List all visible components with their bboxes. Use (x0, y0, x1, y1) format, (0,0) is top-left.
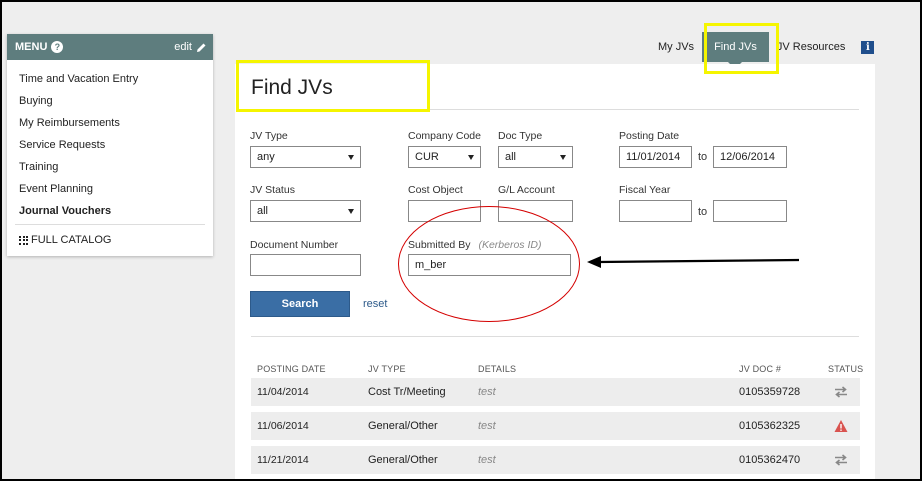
document-number-input[interactable] (250, 254, 361, 276)
fiscal-year-to-input[interactable] (713, 200, 787, 222)
transfer-icon (835, 386, 847, 398)
company-code-label: Company Code (408, 130, 481, 142)
fiscal-year-to-label: to (698, 206, 708, 218)
sidebar-item-training[interactable]: Training (7, 156, 213, 178)
search-button[interactable]: Search (250, 291, 350, 317)
full-catalog-label: FULL CATALOG (31, 234, 112, 246)
company-code-select[interactable]: CUR (408, 146, 481, 168)
grid-icon (19, 235, 28, 245)
info-icon[interactable]: i (861, 40, 875, 54)
posting-date-to-input[interactable]: 12/06/2014 (713, 146, 787, 168)
cell-jv-doc[interactable]: 0105359728 (739, 386, 800, 398)
menu-divider (15, 224, 205, 225)
fiscal-year-from-input[interactable] (619, 200, 692, 222)
chevron-down-icon (348, 208, 354, 214)
help-icon[interactable]: ? (51, 41, 64, 53)
posting-date-label: Posting Date (619, 130, 680, 142)
cell-details: test (478, 420, 496, 432)
sidebar-item-service-requests[interactable]: Service Requests (7, 134, 213, 156)
sidebar-item-reimbursements[interactable]: My Reimbursements (7, 112, 213, 134)
edit-label: edit (174, 41, 192, 53)
find-jvs-highlight-box (704, 23, 779, 74)
th-posting-date: POSTING DATE (257, 364, 326, 374)
doc-type-value: all (505, 151, 517, 163)
cell-posting-date: 11/06/2014 (257, 420, 309, 432)
chevron-down-icon (560, 154, 566, 160)
reset-link[interactable]: reset (363, 298, 387, 310)
th-jv-type: JV TYPE (368, 364, 406, 374)
form-divider (251, 336, 859, 337)
cell-jv-type: Cost Tr/Meeting (368, 386, 446, 398)
transfer-icon (835, 454, 847, 466)
table-row[interactable]: 11/21/2014 General/Other test 0105362470 (251, 446, 860, 474)
doc-type-select[interactable]: all (498, 146, 573, 168)
sidebar-item-time-vacation[interactable]: Time and Vacation Entry (7, 68, 213, 90)
gl-account-label: G/L Account (498, 184, 555, 196)
jv-type-select[interactable]: any (250, 146, 361, 168)
posting-date-from-value: 11/01/2014 (626, 151, 681, 163)
company-code-value: CUR (415, 151, 439, 163)
document-number-label: Document Number (250, 239, 339, 251)
cell-details: test (478, 386, 496, 398)
sidebar-item-journal-vouchers[interactable]: Journal Vouchers (7, 200, 213, 222)
menu-title: MENU (15, 41, 48, 53)
title-highlight-box (236, 60, 430, 112)
doc-type-label: Doc Type (498, 130, 543, 142)
sidebar-header: MENU ? edit (7, 34, 213, 60)
cell-posting-date: 11/21/2014 (257, 454, 309, 466)
pencil-icon (197, 43, 206, 52)
cell-details: test (478, 454, 496, 466)
sidebar-item-event-planning[interactable]: Event Planning (7, 178, 213, 200)
jv-status-label: JV Status (250, 184, 295, 196)
posting-date-to-label: to (698, 151, 708, 163)
th-details: DETAILS (478, 364, 517, 374)
chevron-down-icon (468, 154, 474, 160)
sidebar-item-buying[interactable]: Buying (7, 90, 213, 112)
th-jv-doc: JV DOC # (739, 364, 782, 374)
tab-jv-resources[interactable]: JV Resources (769, 30, 853, 64)
annotation-arrow (587, 256, 800, 268)
edit-menu-link[interactable]: edit (174, 41, 207, 53)
cost-object-label: Cost Object (408, 184, 463, 196)
cell-jv-doc[interactable]: 0105362470 (739, 454, 800, 466)
jv-status-value: all (257, 205, 269, 217)
cell-posting-date: 11/04/2014 (257, 386, 309, 398)
annotation-circle (398, 206, 580, 322)
tab-my-jvs[interactable]: My JVs (650, 30, 702, 64)
cell-jv-type: General/Other (368, 420, 438, 432)
posting-date-from-input[interactable]: 11/01/2014 (619, 146, 692, 168)
jv-type-label: JV Type (250, 130, 288, 142)
chevron-down-icon (348, 154, 354, 160)
table-row[interactable]: 11/06/2014 General/Other test 0105362325 (251, 412, 860, 440)
cell-jv-doc[interactable]: 0105362325 (739, 420, 800, 432)
warning-icon (834, 420, 848, 432)
table-row[interactable]: 11/04/2014 Cost Tr/Meeting test 01053597… (251, 378, 860, 406)
posting-date-to-value: 12/06/2014 (720, 151, 776, 163)
sidebar-menu: MENU ? edit Time and Vacation Entry Buyi… (7, 34, 213, 256)
jv-type-value: any (257, 151, 275, 163)
jv-status-select[interactable]: all (250, 200, 361, 222)
fiscal-year-label: Fiscal Year (619, 184, 671, 196)
th-status: STATUS (828, 364, 864, 374)
full-catalog-link[interactable]: FULL CATALOG (7, 229, 213, 251)
cell-jv-type: General/Other (368, 454, 438, 466)
